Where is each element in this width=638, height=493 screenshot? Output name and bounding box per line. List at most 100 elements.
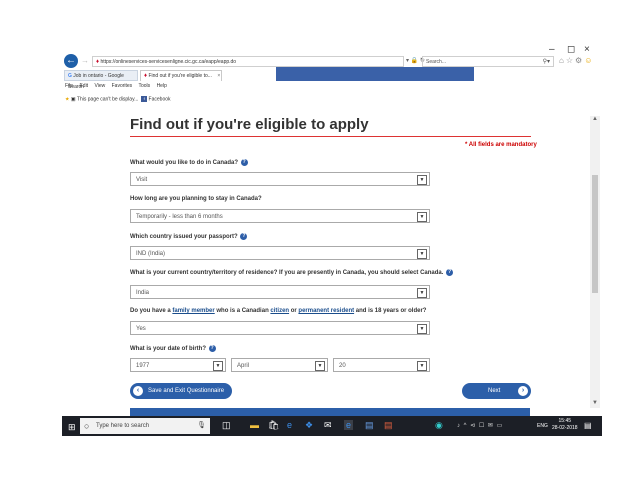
- menu-help[interactable]: Help: [157, 83, 167, 89]
- citizen-link[interactable]: citizen: [270, 308, 289, 314]
- tab-google-search[interactable]: G Job in ontario - Google Search: [64, 70, 138, 90]
- question-label: Which country issued your passport?: [130, 234, 238, 241]
- internet-explorer-icon[interactable]: e: [344, 420, 354, 430]
- taskbar-search[interactable]: ○ Type here to search 🎙: [80, 418, 210, 434]
- chevron-down-icon: ▼: [417, 361, 427, 371]
- search-placeholder: Search...: [426, 59, 447, 65]
- select-value: IND (India): [136, 251, 166, 257]
- address-bar[interactable]: ♦ https://onlineservices-servicesenligne…: [92, 56, 404, 67]
- taskbar-search-placeholder: Type here to search: [96, 423, 150, 429]
- chevron-down-icon: ▼: [213, 361, 223, 371]
- question-label: What is your date of birth?: [130, 346, 206, 353]
- windows-start-icon[interactable]: ⊞: [68, 422, 76, 433]
- button-label: Save and Exit Questionnaire: [148, 388, 225, 394]
- scroll-up-icon[interactable]: ▲: [592, 116, 598, 122]
- dob-day-select[interactable]: 20 ▼: [333, 358, 430, 372]
- notification-icon[interactable]: ▤: [584, 421, 592, 430]
- chevron-down-icon: ▼: [417, 288, 427, 298]
- menu-file[interactable]: File: [65, 83, 73, 89]
- toolbar-icons[interactable]: ⌂☆⚙☺: [559, 56, 594, 65]
- question-dob: What is your date of birth? ?: [130, 345, 216, 352]
- favorite-error-page[interactable]: This page can't be display...: [77, 96, 138, 102]
- question-purpose: What would you like to do in Canada? ?: [130, 159, 248, 166]
- mandatory-note: * All fields are mandatory: [465, 142, 537, 148]
- passport-country-select[interactable]: IND (India) ▼: [130, 246, 430, 260]
- back-button[interactable]: ←: [64, 54, 78, 68]
- close-tab-icon[interactable]: ×: [217, 73, 220, 79]
- question-text: who is a Canadian: [214, 308, 271, 314]
- duration-select[interactable]: Temporarily - less than 6 months ▼: [130, 209, 430, 223]
- clock-time: 15:45: [558, 418, 572, 424]
- family-member-link[interactable]: family member: [172, 308, 214, 314]
- select-value: Temporarily - less than 6 months: [136, 214, 223, 220]
- facebook-icon: f: [141, 96, 148, 102]
- help-icon[interactable]: ?: [208, 345, 216, 352]
- arrow-left-icon: ‹: [133, 386, 143, 396]
- question-family-member: Do you have a family member who is a Can…: [130, 308, 426, 314]
- title-divider: [130, 136, 531, 137]
- residence-select[interactable]: India ▼: [130, 285, 430, 299]
- dob-month-select[interactable]: April ▼: [231, 358, 328, 372]
- microphone-icon[interactable]: 🎙: [197, 418, 206, 434]
- page-error-icon: ▣: [70, 96, 76, 103]
- purpose-select[interactable]: Visit ▼: [130, 172, 430, 186]
- system-tray-icons[interactable]: ♪ ^ ⊲ ☐ ✉ ▭: [457, 422, 503, 429]
- permanent-resident-link[interactable]: permanent resident: [298, 308, 354, 314]
- redacted-area: [276, 67, 474, 81]
- mail-icon[interactable]: ✉: [324, 420, 332, 431]
- question-duration: How long are you planning to stay in Can…: [130, 196, 262, 202]
- menu-bar: File Edit View Favorites Tools Help: [65, 83, 167, 89]
- minimize-button[interactable]: –: [549, 44, 555, 55]
- maple-leaf-icon: ♦: [144, 73, 148, 79]
- question-text: and is 18 years or older?: [354, 308, 427, 314]
- select-value: Visit: [136, 177, 148, 183]
- browser-search-input[interactable]: Search... ⚲▾: [422, 56, 554, 67]
- back-arrow-icon: ←: [66, 55, 76, 66]
- family-member-select[interactable]: Yes ▼: [130, 321, 430, 335]
- task-view-icon[interactable]: ◫: [222, 420, 231, 431]
- tab-eligibility[interactable]: ♦ Find out if you're eligible to... ×: [140, 70, 222, 81]
- menu-tools[interactable]: Tools: [138, 83, 150, 89]
- search-icon: ⚲▾: [542, 59, 550, 65]
- help-icon[interactable]: ?: [446, 269, 454, 276]
- store-icon[interactable]: 🛍: [268, 420, 279, 431]
- dob-year-select[interactable]: 1977 ▼: [130, 358, 226, 372]
- word-icon[interactable]: ▤: [365, 420, 374, 431]
- favorites-star-icon[interactable]: ★: [65, 96, 69, 102]
- arrow-right-icon: ›: [518, 386, 528, 396]
- url-text: https://onlineservices-servicesenligne.c…: [100, 59, 237, 65]
- language-indicator[interactable]: ENG: [537, 423, 548, 429]
- maple-leaf-icon: ♦: [96, 59, 100, 65]
- app-tray-icon[interactable]: ◉: [435, 420, 443, 431]
- button-label: Next: [488, 388, 501, 394]
- edge-icon[interactable]: e: [287, 420, 292, 430]
- favorite-facebook[interactable]: Facebook: [149, 96, 171, 102]
- question-label: What would you like to do in Canada?: [130, 160, 238, 167]
- scrollbar-thumb[interactable]: [592, 175, 598, 293]
- dropbox-icon[interactable]: ❖: [305, 420, 313, 431]
- forward-button[interactable]: →: [81, 56, 89, 65]
- tab-strip: G Job in ontario - Google Search ♦ Find …: [62, 70, 276, 90]
- menu-favorites[interactable]: Favorites: [112, 83, 133, 89]
- google-icon: G: [68, 73, 72, 79]
- next-button[interactable]: Next ›: [462, 383, 531, 399]
- screenshot-frame: – ◻ × ← → ♦ https://onlineservices-servi…: [62, 42, 602, 436]
- chevron-down-icon: ▼: [417, 212, 427, 222]
- question-passport: Which country issued your passport? ?: [130, 233, 248, 241]
- page-footer-band: [130, 408, 530, 416]
- maximize-button[interactable]: ◻: [567, 44, 575, 55]
- powerpoint-icon[interactable]: ▤: [384, 420, 393, 431]
- menu-view[interactable]: View: [94, 83, 105, 89]
- save-exit-button[interactable]: ‹ Save and Exit Questionnaire: [130, 383, 232, 399]
- question-label: What is your current country/territory o…: [130, 270, 444, 277]
- help-icon[interactable]: ?: [240, 159, 248, 166]
- system-clock[interactable]: 15:45 28-02-2018: [552, 418, 578, 432]
- chevron-down-icon: ▼: [417, 324, 427, 334]
- question-residence: What is your current country/territory o…: [130, 269, 454, 277]
- help-icon[interactable]: ?: [240, 233, 248, 240]
- select-value: 1977: [136, 363, 150, 369]
- menu-edit[interactable]: Edit: [79, 83, 88, 89]
- scroll-down-icon[interactable]: ▼: [592, 400, 598, 406]
- close-window-button[interactable]: ×: [584, 44, 590, 55]
- file-explorer-icon[interactable]: ▬: [250, 420, 259, 430]
